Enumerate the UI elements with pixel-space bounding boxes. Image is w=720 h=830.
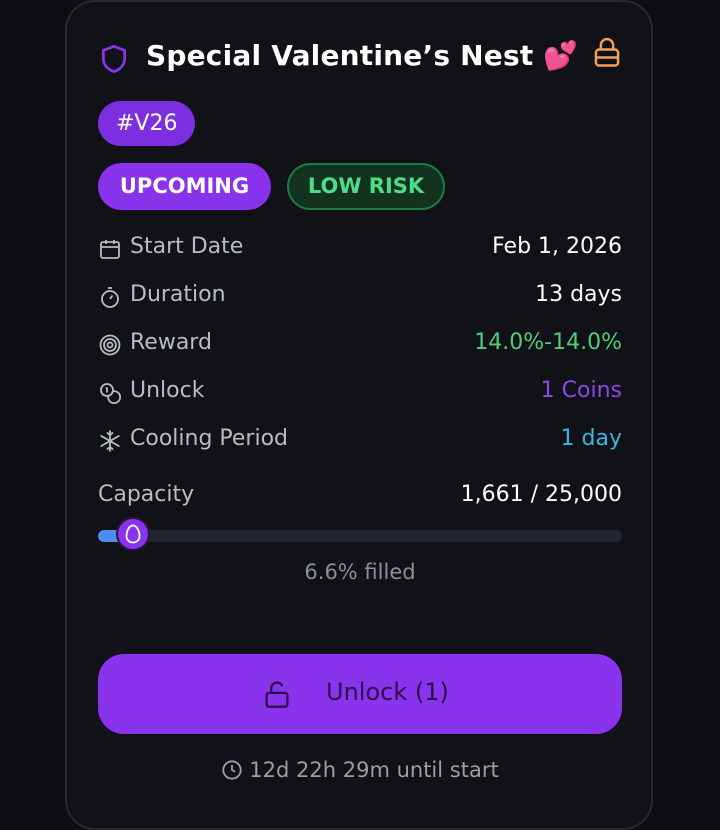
capacity-label: Capacity <box>98 482 195 507</box>
coins-icon <box>100 383 122 405</box>
start-date-value: Feb 1, 2026 <box>492 234 622 259</box>
detail-row-duration: Duration 13 days <box>98 280 622 314</box>
countdown-footer: 12d 22h 29m until start <box>98 758 622 788</box>
risk-badge: LOW RISK <box>287 163 445 210</box>
clock-icon <box>222 760 242 780</box>
cooling-period-value: 1 day <box>560 426 622 451</box>
detail-row-cooling-period: Cooling Period 1 day <box>98 424 622 458</box>
start-date-label: Start Date <box>130 234 244 259</box>
unlock-value: 1 Coins <box>540 378 622 403</box>
detail-row-unlock: Unlock 1 Coins <box>98 376 622 410</box>
cooling-period-label: Cooling Period <box>130 426 289 451</box>
target-icon <box>99 334 121 356</box>
capacity-value: 1,661 / 25,000 <box>460 482 622 507</box>
shield-icon <box>102 45 126 73</box>
detail-row-start-date: Start Date Feb 1, 2026 <box>98 232 622 266</box>
egg-icon <box>125 524 140 544</box>
status-badge: UPCOMING <box>98 163 271 210</box>
unlock-button[interactable]: Unlock (1) <box>98 654 622 734</box>
lock-icon[interactable] <box>592 36 622 68</box>
nest-code-badge: #V26 <box>98 101 196 146</box>
detail-row-reward: Reward 14.0%-14.0% <box>98 328 622 362</box>
capacity-row: Capacity 1,661 / 25,000 <box>98 480 622 514</box>
reward-label: Reward <box>130 330 212 355</box>
duration-label: Duration <box>130 282 226 307</box>
capacity-filled-text: 6.6% filled <box>304 560 416 584</box>
unlock-label: Unlock <box>130 378 205 403</box>
card-header: Special Valentine’s Nest 💕 <box>98 36 622 80</box>
nest-title: Special Valentine’s Nest 💕 <box>146 39 579 72</box>
countdown-text: 12d 22h 29m until start <box>249 758 499 782</box>
stopwatch-icon <box>101 287 119 308</box>
capacity-progress-bar <box>98 519 622 549</box>
reward-value: 14.0%-14.0% <box>474 330 622 355</box>
unlock-icon <box>265 681 289 708</box>
unlock-button-label: Unlock (1) <box>326 678 449 706</box>
duration-value: 13 days <box>535 282 622 307</box>
capacity-progress-knob <box>117 519 148 549</box>
snowflake-icon <box>100 430 120 452</box>
calendar-icon <box>100 240 120 259</box>
